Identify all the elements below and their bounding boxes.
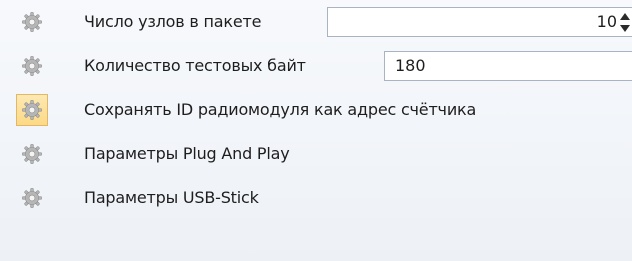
gear-icon — [16, 6, 48, 38]
setting-label: Число узлов в пакете — [84, 12, 262, 31]
nodes-per-packet-spinbox[interactable]: 10 — [327, 7, 632, 37]
spinbox-arrows[interactable] — [620, 12, 632, 34]
spin-down-arrow-icon[interactable] — [620, 25, 630, 32]
gear-icon — [16, 94, 48, 126]
gear-icon — [16, 182, 48, 214]
spinbox-value: 10 — [596, 12, 617, 31]
setting-label: Параметры USB-Stick — [84, 188, 259, 207]
setting-row-plug-and-play[interactable]: Параметры Plug And Play — [0, 132, 632, 176]
setting-row-save-radio-id[interactable]: Сохранять ID радиомодуля как адрес счётч… — [0, 88, 632, 132]
setting-label: Параметры Plug And Play — [84, 144, 290, 163]
setting-label: Сохранять ID радиомодуля как адрес счётч… — [84, 100, 477, 119]
setting-label: Количество тестовых байт — [84, 56, 306, 75]
spin-up-arrow-icon[interactable] — [620, 13, 630, 20]
settings-panel: Число узлов в пакете 10 Количество тесто… — [0, 0, 632, 261]
gear-icon — [16, 138, 48, 170]
setting-row-nodes-per-packet[interactable]: Число узлов в пакете 10 — [0, 0, 632, 44]
test-bytes-input[interactable]: 180 — [384, 51, 632, 81]
setting-row-usb-stick[interactable]: Параметры USB-Stick — [0, 176, 632, 220]
gear-icon — [16, 50, 48, 82]
setting-row-test-bytes[interactable]: Количество тестовых байт 180 — [0, 44, 632, 88]
